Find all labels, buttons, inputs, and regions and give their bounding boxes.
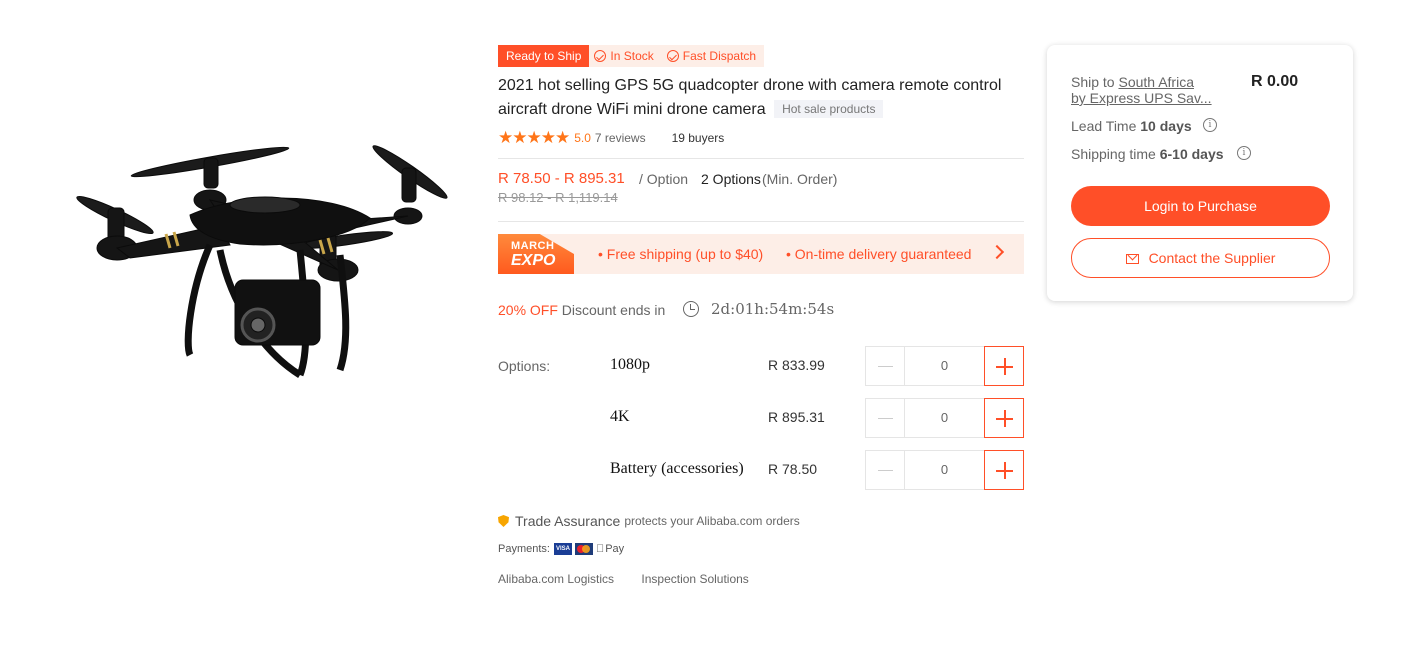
option-price: R 833.99 [768, 357, 825, 373]
option-row-battery: Battery (accessories) R 78.50 0 [498, 450, 1024, 490]
original-price: R 98.12 - R 1,119.14 [498, 190, 618, 205]
minus-icon[interactable] [865, 450, 905, 490]
apple-pay-label: Pay [596, 543, 624, 555]
ship-to-prefix: Ship to [1071, 74, 1119, 90]
option-price: R 895.31 [768, 409, 825, 425]
quantity-input[interactable]: 0 [905, 398, 984, 438]
payments-row: Payments: VISA  Pay [498, 543, 624, 555]
divider [498, 221, 1024, 222]
price-range: R 78.50 - R 895.31 [498, 170, 625, 187]
ship-country[interactable]: South Africa [1118, 74, 1194, 90]
quantity-stepper: 0 [865, 398, 1024, 438]
ship-to[interactable]: Ship to South Africa by Express UPS Sav.… [1071, 74, 1212, 106]
lead-time-label: Lead Time [1071, 118, 1141, 134]
purchase-card: Ship to South Africa by Express UPS Sav.… [1047, 45, 1353, 301]
star-icon: ★★★★★ [498, 128, 570, 147]
in-stock-label: In Stock [610, 49, 654, 63]
contact-supplier-label: Contact the Supplier [1148, 250, 1276, 266]
option-name: Battery (accessories) [610, 460, 744, 477]
shield-icon [498, 515, 509, 527]
ship-method[interactable]: by Express UPS Sav... [1071, 90, 1212, 106]
discount-countdown: 2d:01h:54m:54s [711, 300, 835, 318]
buyers-count: 19 buyers [671, 131, 725, 145]
chevron-right-icon[interactable] [989, 244, 1005, 260]
mastercard-icon [574, 543, 593, 555]
price-unit: / Option [639, 171, 689, 187]
shipping-price: R 0.00 [1251, 73, 1299, 90]
march-expo-logo: MARCH EXPO [498, 234, 574, 274]
quantity-input[interactable]: 0 [905, 450, 984, 490]
plus-icon[interactable] [984, 346, 1024, 386]
logistics-link[interactable]: Alibaba.com Logistics [498, 572, 614, 586]
info-icon[interactable]: i [1237, 146, 1251, 160]
march-expo-banner[interactable]: MARCH EXPO • Free shipping (up to $40) •… [498, 234, 1024, 274]
product-title: 2021 hot selling GPS 5G quadcopter drone… [498, 74, 1018, 122]
expo-logo-line1: MARCH [511, 240, 555, 252]
fast-dispatch-label: Fast Dispatch [682, 49, 757, 63]
quantity-stepper: 0 [865, 346, 1024, 386]
reviews-link[interactable]: 7 reviews [595, 131, 646, 145]
info-icon[interactable]: i [1203, 118, 1217, 132]
shipping-time-label: Shipping time [1071, 146, 1160, 162]
quantity-stepper: 0 [865, 450, 1024, 490]
payments-label: Payments: [498, 543, 550, 555]
min-order-count: 2 Options [701, 171, 761, 187]
fast-dispatch-badge: Fast Dispatch [661, 45, 765, 67]
trade-assurance-link[interactable]: Trade Assurance [515, 513, 620, 529]
plus-icon[interactable] [984, 398, 1024, 438]
mail-icon [1125, 254, 1139, 264]
discount-row: 20% OFF Discount ends in [498, 302, 665, 318]
inspection-link[interactable]: Inspection Solutions [641, 572, 748, 586]
trade-assurance: Trade Assurance protects your Alibaba.co… [498, 513, 800, 529]
check-circle-icon [666, 50, 679, 62]
discount-text: Discount ends in [561, 302, 666, 318]
trade-assurance-text: protects your Alibaba.com orders [624, 514, 800, 528]
min-order-label: (Min. Order) [762, 171, 838, 187]
option-row-1080p: 1080p R 833.99 0 [498, 346, 1024, 386]
login-to-purchase-button[interactable]: Login to Purchase [1071, 186, 1330, 226]
minus-icon[interactable] [865, 346, 905, 386]
expo-logo-line2: EXPO [511, 252, 556, 269]
product-title-text: 2021 hot selling GPS 5G quadcopter drone… [498, 77, 1002, 118]
check-circle-icon [594, 50, 607, 62]
plus-icon[interactable] [984, 450, 1024, 490]
contact-supplier-button[interactable]: Contact the Supplier [1071, 238, 1330, 278]
free-shipping-benefit: • Free shipping (up to $40) [598, 246, 764, 262]
quantity-input[interactable]: 0 [905, 346, 984, 386]
visa-icon: VISA [553, 543, 572, 555]
hot-sale-tag[interactable]: Hot sale products [774, 100, 884, 118]
lead-time-value: 10 days [1140, 118, 1192, 134]
lead-time: Lead Time 10 days [1071, 118, 1192, 134]
minus-icon[interactable] [865, 398, 905, 438]
on-time-delivery-benefit: • On-time delivery guaranteed [786, 246, 972, 262]
shipping-time-value: 6-10 days [1159, 146, 1224, 162]
shipping-time: Shipping time 6-10 days [1071, 146, 1224, 162]
divider [498, 158, 1024, 159]
clock-icon [683, 301, 699, 317]
option-name: 1080p [610, 356, 650, 373]
badge-row: Ready to Ship In Stock Fast Dispatch [498, 45, 765, 67]
rating-score: 5.0 [574, 131, 591, 145]
option-name: 4K [610, 408, 630, 425]
apple-pay-icon:  [596, 543, 604, 555]
product-image[interactable] [70, 130, 460, 390]
ready-to-ship-badge: Ready to Ship [498, 45, 590, 67]
in-stock-badge: In Stock [589, 45, 662, 67]
rating-row: ★★★★★ 5.0 7 reviews 19 buyers [498, 128, 725, 147]
discount-percent: 20% OFF [498, 302, 558, 318]
option-price: R 78.50 [768, 461, 818, 477]
service-links: Alibaba.com Logistics Inspection Solutio… [498, 572, 773, 586]
option-row-4k: 4K R 895.31 0 [498, 398, 1024, 438]
